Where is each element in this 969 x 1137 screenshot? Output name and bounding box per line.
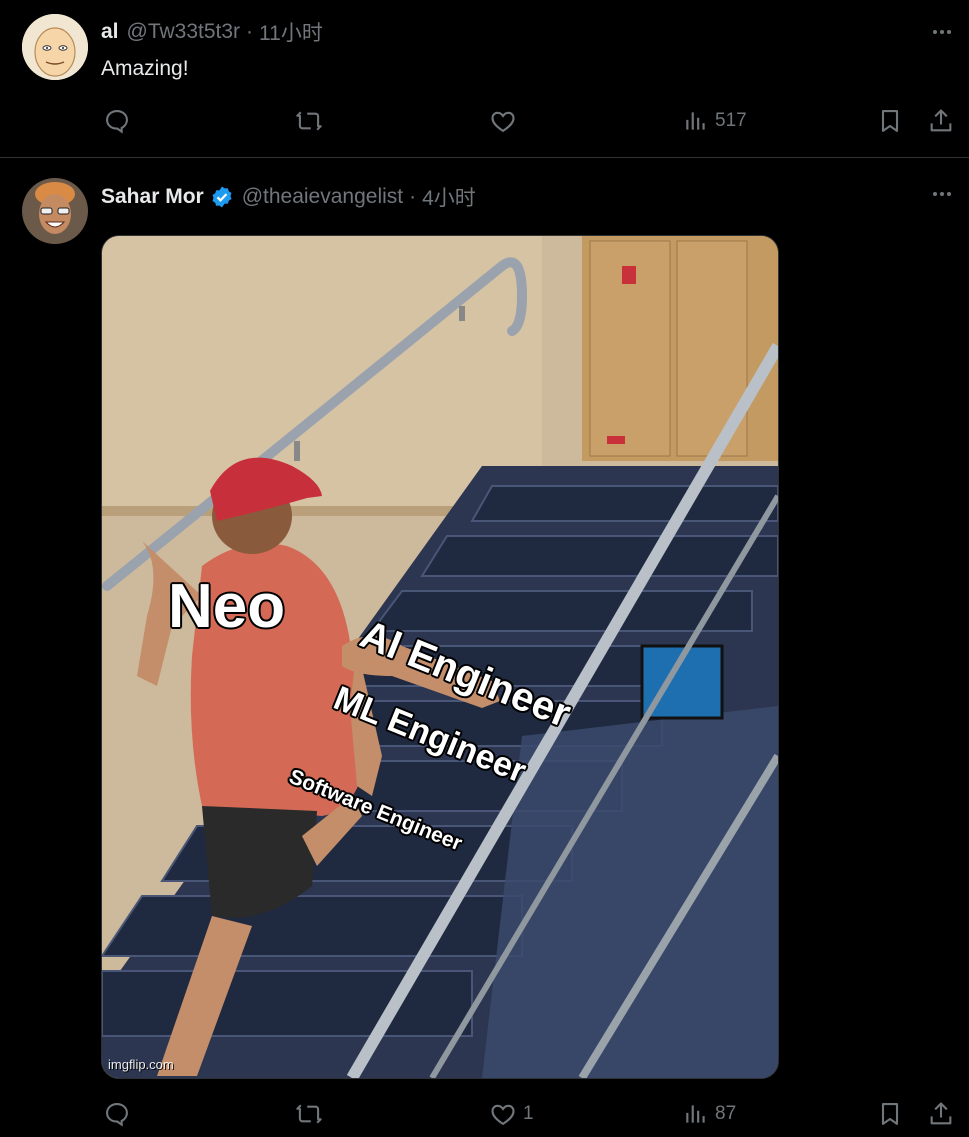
more-options-button[interactable] — [928, 180, 956, 208]
author-handle[interactable]: @Tw33t5t3r — [127, 20, 241, 44]
reply-icon — [106, 1103, 128, 1127]
like-button[interactable] — [489, 107, 517, 135]
heart-icon — [491, 1104, 515, 1126]
timestamp[interactable]: 11小时 — [259, 17, 323, 47]
tweet-text: Amazing! — [101, 57, 189, 80]
more-options-button[interactable] — [928, 18, 956, 46]
author-name[interactable]: Sahar Mor — [101, 185, 204, 209]
view-count: 87 — [715, 1103, 737, 1124]
reply-button[interactable] — [103, 1100, 131, 1128]
avatar[interactable] — [22, 14, 88, 80]
share-icon — [930, 1102, 952, 1125]
like-button[interactable]: 1 — [489, 1100, 534, 1128]
heart-icon — [491, 111, 515, 133]
separator-dot: · — [409, 185, 417, 208]
bar-chart-icon — [686, 112, 705, 130]
reply-button[interactable] — [103, 107, 131, 135]
retweet-icon — [296, 1104, 322, 1124]
view-count: 517 — [715, 110, 747, 131]
views-button[interactable]: 517 — [683, 108, 747, 134]
bookmark-icon — [881, 1103, 899, 1125]
bald-cartoon-avatar-icon — [22, 14, 88, 80]
share-button[interactable] — [927, 107, 955, 135]
reply-icon — [106, 110, 128, 134]
meme-label-neo: Neo — [168, 572, 286, 641]
retweet-button[interactable] — [295, 107, 323, 135]
person-avatar-icon — [22, 178, 88, 244]
author-handle[interactable]: @theaievangelist — [242, 185, 403, 209]
dot-icon — [940, 192, 944, 196]
share-button[interactable] — [927, 1100, 955, 1128]
tweet-header: al @Tw33t5t3r · 11小时 — [101, 17, 323, 47]
views-button[interactable]: 87 — [683, 1101, 736, 1127]
image-watermark: imgflip.com — [108, 1057, 174, 1072]
like-count: 1 — [523, 1103, 534, 1124]
dot-icon — [947, 192, 951, 196]
bookmark-icon — [881, 110, 899, 132]
separator-dot: · — [246, 20, 254, 43]
retweet-button[interactable] — [295, 1100, 323, 1128]
dot-icon — [947, 30, 951, 34]
tweet-header: Sahar Mor @theaievangelist · 4小时 — [101, 182, 476, 212]
tweet-1[interactable]: al @Tw33t5t3r · 11小时 Amazing! 517 — [0, 0, 969, 157]
bookmark-button[interactable] — [876, 1100, 904, 1128]
verified-badge-icon — [212, 186, 232, 208]
author-name[interactable]: al — [101, 20, 119, 44]
timestamp[interactable]: 4小时 — [422, 182, 476, 212]
dot-icon — [933, 30, 937, 34]
tweet-image[interactable]: Neo AI Engineer ML Engineer Software Eng… — [101, 235, 779, 1079]
bar-chart-icon — [686, 1105, 705, 1123]
retweet-icon — [296, 111, 322, 131]
avatar[interactable] — [22, 178, 88, 244]
dot-icon — [933, 192, 937, 196]
share-icon — [930, 109, 952, 132]
bookmark-button[interactable] — [876, 107, 904, 135]
dot-icon — [940, 30, 944, 34]
